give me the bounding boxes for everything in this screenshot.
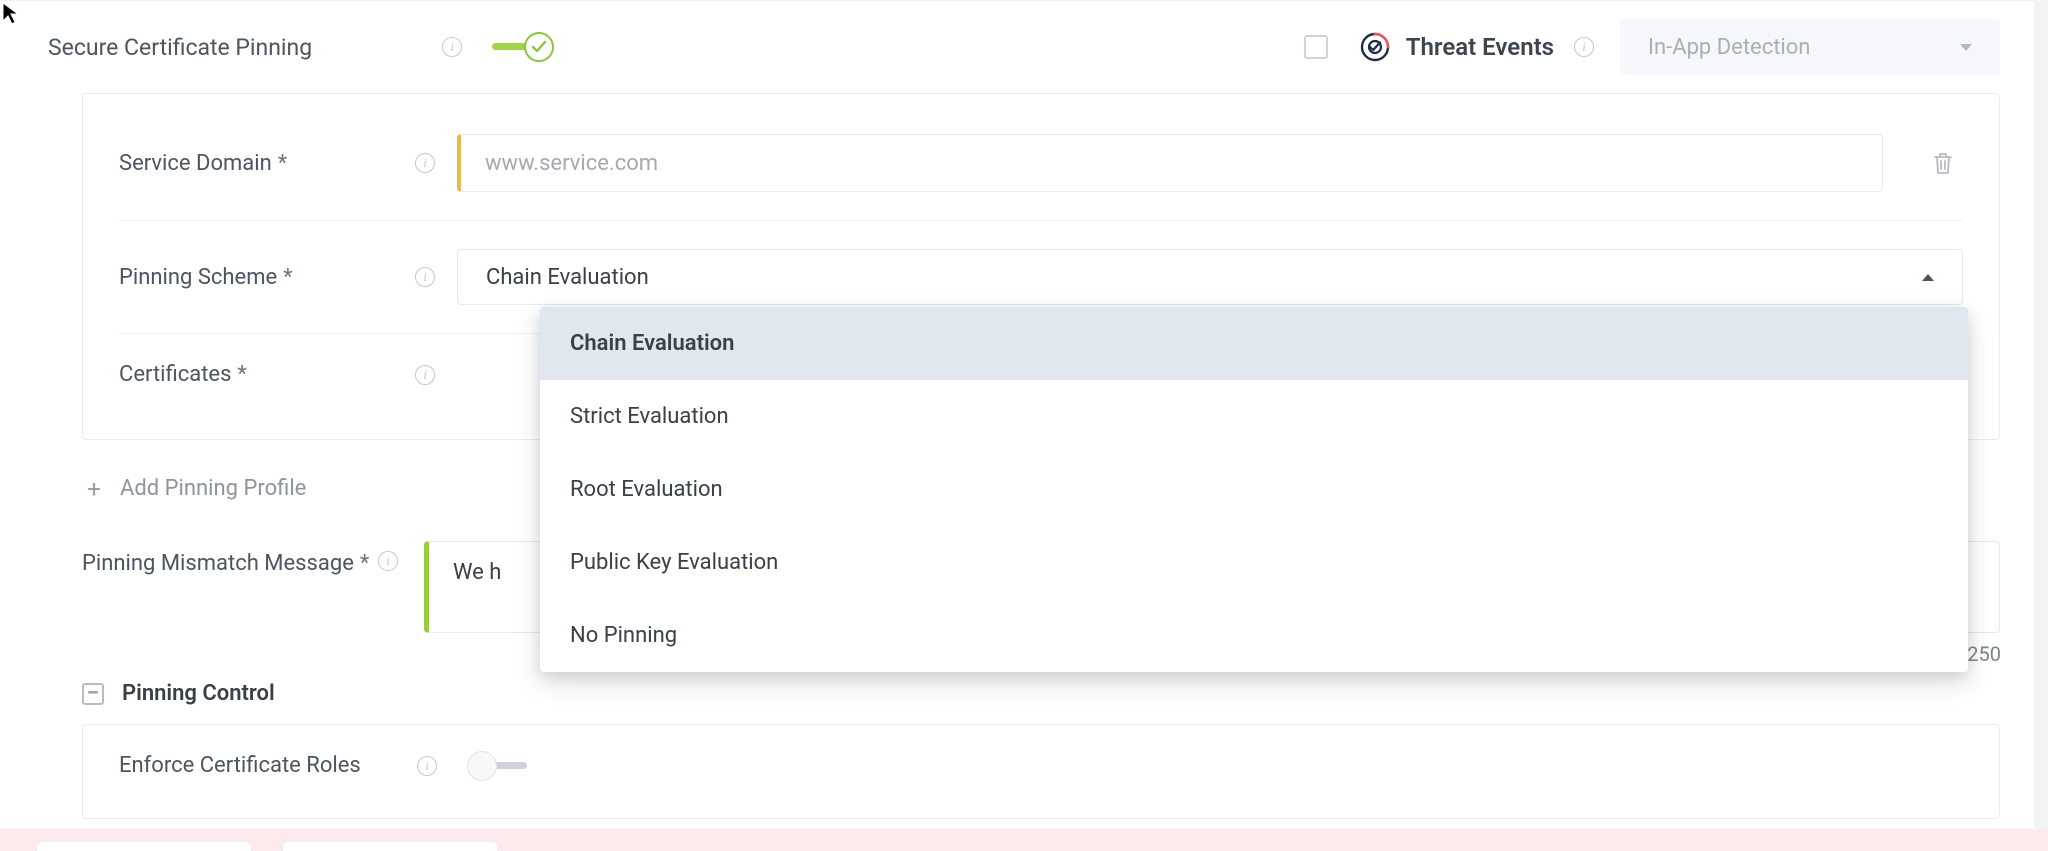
- threat-events-label: Threat Events: [1406, 33, 1554, 61]
- info-icon[interactable]: i: [378, 551, 398, 571]
- required-asterisk: *: [360, 551, 369, 576]
- detection-select-value: In-App Detection: [1648, 35, 1810, 60]
- bottom-bar: [0, 829, 2048, 851]
- info-icon[interactable]: i: [415, 365, 435, 385]
- threat-events-icon: [1358, 30, 1392, 64]
- dropdown-option[interactable]: Public Key Evaluation: [540, 526, 1968, 599]
- threat-events-checkbox[interactable]: [1304, 35, 1328, 59]
- info-icon[interactable]: i: [415, 153, 435, 173]
- field-label: Pinning Scheme: [119, 265, 277, 290]
- bottom-pill[interactable]: [36, 841, 252, 851]
- plus-icon: +: [82, 477, 106, 501]
- page-title: Secure Certificate Pinning: [48, 34, 312, 61]
- required-asterisk: *: [283, 265, 292, 290]
- dropdown-option[interactable]: No Pinning: [540, 599, 1968, 672]
- info-icon[interactable]: i: [417, 756, 437, 776]
- trash-icon[interactable]: [1923, 151, 1963, 175]
- pinning-control-panel: Enforce Certificate Roles i: [82, 724, 2000, 819]
- secure-cert-pinning-toggle[interactable]: [492, 37, 554, 57]
- right-gutter: [2034, 0, 2048, 851]
- add-profile-label: Add Pinning Profile: [120, 476, 306, 501]
- info-icon[interactable]: i: [442, 37, 462, 57]
- detection-select[interactable]: In-App Detection: [1620, 19, 2000, 75]
- service-domain-row: Service Domain * i www.service.com: [119, 106, 1963, 221]
- info-icon[interactable]: i: [415, 267, 435, 287]
- header-row: Secure Certificate Pinning i Threat Even…: [0, 1, 2048, 93]
- dropdown-option[interactable]: Strict Evaluation: [540, 380, 1968, 453]
- pinning-scheme-dropdown-menu: Chain EvaluationStrict EvaluationRoot Ev…: [540, 307, 1968, 672]
- input-placeholder: www.service.com: [485, 151, 658, 176]
- pinning-control-label: Pinning Control: [122, 681, 275, 706]
- pinning-scheme-select[interactable]: Chain Evaluation: [457, 249, 1963, 305]
- field-label: Certificates: [119, 362, 231, 387]
- collapse-icon[interactable]: −: [82, 683, 104, 705]
- info-icon[interactable]: i: [1574, 37, 1594, 57]
- field-label: Service Domain: [119, 151, 272, 176]
- select-value: Chain Evaluation: [486, 265, 649, 290]
- required-asterisk: *: [278, 151, 287, 176]
- field-label: Pinning Mismatch Message: [82, 551, 354, 576]
- check-icon: [524, 32, 554, 62]
- pinning-control-header[interactable]: − Pinning Control: [82, 681, 2000, 706]
- dropdown-option[interactable]: Root Evaluation: [540, 453, 1968, 526]
- enforce-certificate-roles-toggle[interactable]: [467, 756, 529, 776]
- service-domain-input[interactable]: www.service.com: [457, 134, 1883, 192]
- field-label: Enforce Certificate Roles: [119, 753, 361, 778]
- dropdown-option[interactable]: Chain Evaluation: [540, 307, 1968, 380]
- required-asterisk: *: [237, 362, 246, 387]
- bottom-pill[interactable]: [282, 841, 498, 851]
- chevron-up-icon: [1922, 274, 1934, 281]
- char-count: 250: [1967, 642, 2001, 666]
- input-value-prefix: We h: [453, 560, 501, 585]
- chevron-down-icon: [1960, 44, 1972, 51]
